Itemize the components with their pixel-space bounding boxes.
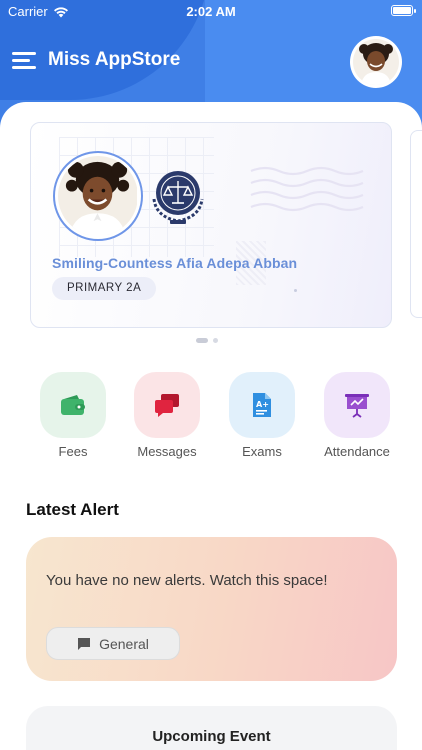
student-name: Smiling-Countess Afia Adepa Abban xyxy=(52,255,298,271)
school-crest-icon xyxy=(152,171,204,224)
svg-text:A+: A+ xyxy=(256,400,269,409)
alert-category-tag[interactable]: General xyxy=(46,627,180,660)
upcoming-event-heading: Upcoming Event xyxy=(152,728,271,745)
attendance-button[interactable]: Attendance xyxy=(317,372,397,459)
student-portrait-icon xyxy=(353,39,399,85)
message-icon xyxy=(78,637,91,650)
student-portrait-icon xyxy=(58,156,137,235)
quick-actions-row: Fees Messages A+ Exams Attendance xyxy=(0,372,422,472)
chat-bubbles-icon xyxy=(155,394,179,417)
student-card[interactable]: Smiling-Countess Afia Adepa Abban PRIMAR… xyxy=(30,122,392,328)
status-bar: Carrier 2:02 AM xyxy=(0,0,422,22)
attendance-icon-tile xyxy=(324,372,390,438)
page-dot-active[interactable] xyxy=(196,338,208,343)
carousel-page-indicator xyxy=(196,338,218,343)
messages-label: Messages xyxy=(137,444,197,459)
card-dot-decoration xyxy=(294,289,297,292)
exams-icon-tile: A+ xyxy=(229,372,295,438)
app-title: Miss AppStore xyxy=(48,49,181,70)
fees-icon-tile xyxy=(40,372,106,438)
status-time: 2:02 AM xyxy=(186,4,236,19)
fees-button[interactable]: Fees xyxy=(33,372,113,459)
profile-avatar[interactable] xyxy=(350,36,402,88)
page-dot[interactable] xyxy=(213,338,218,343)
alert-message: You have no new alerts. Watch this space… xyxy=(46,572,328,589)
wave-decoration-icon xyxy=(250,166,364,212)
messages-icon-tile xyxy=(134,372,200,438)
presentation-board-icon xyxy=(345,394,369,418)
class-badge: PRIMARY 2A xyxy=(52,277,157,300)
exams-button[interactable]: A+ Exams xyxy=(222,372,302,459)
alert-card[interactable]: You have no new alerts. Watch this space… xyxy=(26,537,397,681)
fees-label: Fees xyxy=(58,444,88,459)
main-content: Smiling-Countess Afia Adepa Abban PRIMAR… xyxy=(0,102,422,750)
hamburger-menu-icon[interactable] xyxy=(12,52,36,70)
latest-alert-heading: Latest Alert xyxy=(26,500,119,519)
battery-icon xyxy=(391,5,416,16)
messages-button[interactable]: Messages xyxy=(127,372,207,459)
exams-label: Exams xyxy=(242,444,282,459)
exam-document-icon: A+ xyxy=(253,393,271,417)
wallet-icon xyxy=(61,395,85,415)
alert-category-label: General xyxy=(99,635,149,652)
attendance-label: Attendance xyxy=(324,444,390,459)
upcoming-event-card[interactable]: Upcoming Event xyxy=(26,706,397,750)
next-card-preview[interactable] xyxy=(410,130,422,318)
student-photo xyxy=(53,151,143,241)
